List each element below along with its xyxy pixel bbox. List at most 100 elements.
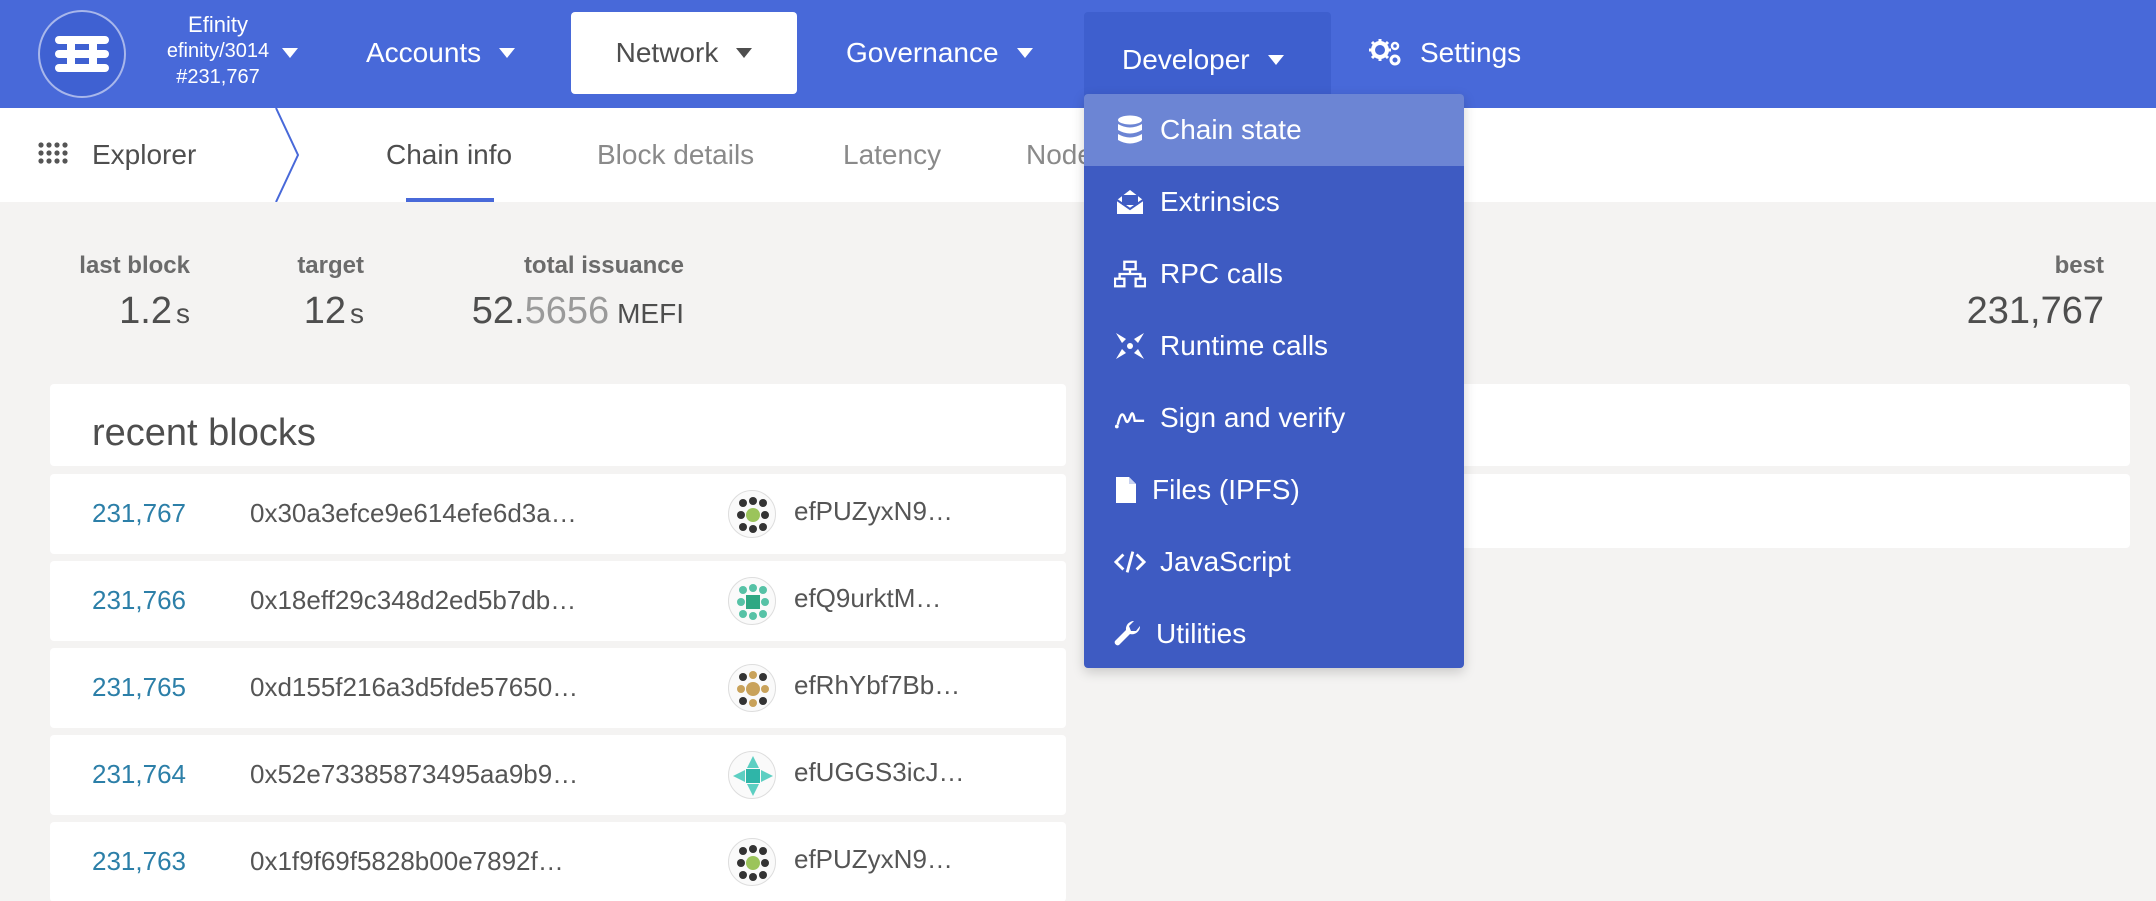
block-hash: 0x1f9f69f5828b00e7892f…	[250, 846, 564, 876]
grid-icon	[38, 139, 68, 171]
menu-item-label: Sign and verify	[1160, 402, 1346, 433]
identicon-icon[interactable]	[728, 577, 776, 625]
menu-network-label: Network	[615, 37, 719, 68]
stat-value: 1.2 s	[74, 286, 190, 339]
menu-item-javascript[interactable]: JavaScript	[1084, 526, 1464, 598]
database-icon	[1114, 115, 1146, 145]
breadcrumb-chevron-icon	[275, 108, 300, 202]
block-author[interactable]: efUGGS3icJ…	[794, 757, 965, 788]
stat-number: 12	[303, 290, 346, 332]
block-number-link[interactable]: 231,764	[92, 759, 186, 790]
compress-arrows-icon	[1114, 331, 1146, 361]
stat-label: target	[297, 252, 364, 279]
menu-item-utilities[interactable]: Utilities	[1084, 598, 1464, 670]
menu-accounts[interactable]: Accounts	[328, 12, 553, 94]
block-hash: 0x18eff29c348d2ed5b7db…	[250, 585, 577, 615]
stat-value: 12 s	[286, 286, 364, 339]
menu-item-files-ipfs[interactable]: Files (IPFS)	[1084, 454, 1464, 526]
stat-number: 52.	[471, 290, 525, 332]
menu-item-label: Chain state	[1160, 114, 1302, 145]
block-number-link[interactable]: 231,766	[92, 585, 186, 616]
top-navigation-bar: Efinity efinity/3014 #231,767 Accounts N…	[0, 0, 2156, 108]
code-icon	[1114, 549, 1146, 575]
menu-item-rpc-calls[interactable]: RPC calls	[1084, 238, 1464, 310]
stat-number-decimals: 5656	[524, 290, 610, 332]
menu-governance-label: Governance	[846, 37, 999, 68]
block-author[interactable]: efRhYbf7Bb…	[794, 670, 960, 701]
stat-value: 52.5656 MEFI	[456, 286, 684, 339]
chain-spec: efinity/3014	[166, 40, 270, 62]
stat-label: best	[2054, 252, 2104, 279]
table-row: 231,766 0x18eff29c348d2ed5b7db… efQ9urkt…	[50, 561, 1066, 641]
table-row: 231,764 0x52e73385873495aa9b9… efUGGS3ic…	[50, 735, 1066, 815]
recent-events-header	[1430, 384, 2130, 466]
explorer-label: Explorer	[92, 139, 197, 170]
sub-navigation: Explorer Chain info Block details Latenc…	[0, 108, 2156, 202]
tab-latency[interactable]: Latency	[843, 108, 941, 202]
menu-developer-label: Developer	[1122, 44, 1250, 75]
block-author[interactable]: efQ9urktM…	[794, 583, 941, 614]
block-hash: 0x30a3efce9e614efe6d3a…	[250, 498, 577, 528]
identicon-icon[interactable]	[728, 751, 776, 799]
tab-block-details[interactable]: Block details	[597, 108, 754, 202]
chain-caret-down-icon[interactable]	[282, 48, 298, 58]
caret-down-icon	[736, 48, 753, 58]
menu-item-label: RPC calls	[1160, 258, 1283, 289]
stat-unit: MEFI	[617, 298, 684, 329]
menu-item-extrinsics[interactable]: Extrinsics	[1084, 166, 1464, 238]
menu-item-label: Utilities	[1156, 618, 1247, 649]
file-icon	[1114, 476, 1138, 504]
table-row: 231,763 0x1f9f69f5828b00e7892f… efPUZyxN…	[50, 822, 1066, 901]
identicon-icon[interactable]	[728, 490, 776, 538]
explorer-section[interactable]: Explorer	[38, 108, 196, 202]
menu-network[interactable]: Network	[571, 12, 797, 94]
recent-events-row	[1430, 474, 2130, 548]
stat-value: 231,767	[1966, 290, 2104, 332]
table-row: 231,767 0x30a3efce9e614efe6d3a… efPUZyxN…	[50, 474, 1066, 554]
block-number-link[interactable]: 231,763	[92, 846, 186, 877]
menu-item-label: Files (IPFS)	[1152, 474, 1300, 505]
stat-best: best 231,767	[1920, 250, 2104, 336]
block-author[interactable]: efPUZyxN9…	[794, 496, 953, 527]
caret-down-icon	[499, 48, 516, 58]
gears-icon	[1368, 38, 1404, 68]
envelope-open-icon	[1114, 188, 1146, 216]
stat-total-issuance: total issuance 52.5656 MEFI	[456, 250, 684, 339]
menu-accounts-label: Accounts	[366, 37, 482, 68]
chain-best-block: #231,767	[176, 66, 260, 88]
developer-dropdown-menu: Chain state Extrinsics RPC calls Runtime…	[1084, 94, 1464, 668]
table-row: 231,765 0xd155f216a3d5fde57650… efRhYbf7…	[50, 648, 1066, 728]
signature-icon	[1114, 405, 1146, 431]
chain-logo[interactable]	[38, 10, 126, 98]
menu-item-chain-state[interactable]: Chain state	[1084, 94, 1464, 166]
menu-item-label: Runtime calls	[1160, 330, 1329, 361]
menu-item-sign-and-verify[interactable]: Sign and verify	[1084, 382, 1464, 454]
network-icon	[1114, 260, 1146, 288]
chain-selector[interactable]: Efinity efinity/3014 #231,767	[138, 12, 298, 90]
block-number-link[interactable]: 231,767	[92, 498, 186, 529]
menu-governance[interactable]: Governance	[808, 12, 1071, 94]
menu-item-label: JavaScript	[1160, 546, 1291, 577]
menu-item-runtime-calls[interactable]: Runtime calls	[1084, 310, 1464, 382]
tab-chain-info[interactable]: Chain info	[386, 108, 512, 202]
wrench-icon	[1114, 620, 1142, 648]
recent-blocks-header: recent blocks	[50, 384, 1066, 466]
block-hash: 0x52e73385873495aa9b9…	[250, 759, 579, 789]
menu-settings-label: Settings	[1420, 37, 1522, 68]
active-tab-indicator	[406, 198, 494, 202]
efinity-logo-icon	[55, 36, 109, 72]
identicon-icon[interactable]	[728, 664, 776, 712]
stat-label: last block	[79, 252, 190, 279]
identicon-icon[interactable]	[728, 838, 776, 886]
stat-last-block: last block 1.2 s	[74, 250, 190, 339]
chain-name: Efinity	[188, 12, 248, 37]
caret-down-icon	[1267, 55, 1284, 65]
stat-target: target 12 s	[286, 250, 364, 339]
block-number-link[interactable]: 231,765	[92, 672, 186, 703]
stat-label: total issuance	[523, 252, 684, 279]
menu-item-label: Extrinsics	[1160, 186, 1280, 217]
menu-settings[interactable]: Settings	[1330, 12, 1559, 94]
caret-down-icon	[1016, 48, 1033, 58]
recent-blocks-title: recent blocks	[92, 412, 316, 454]
block-author[interactable]: efPUZyxN9…	[794, 844, 953, 875]
